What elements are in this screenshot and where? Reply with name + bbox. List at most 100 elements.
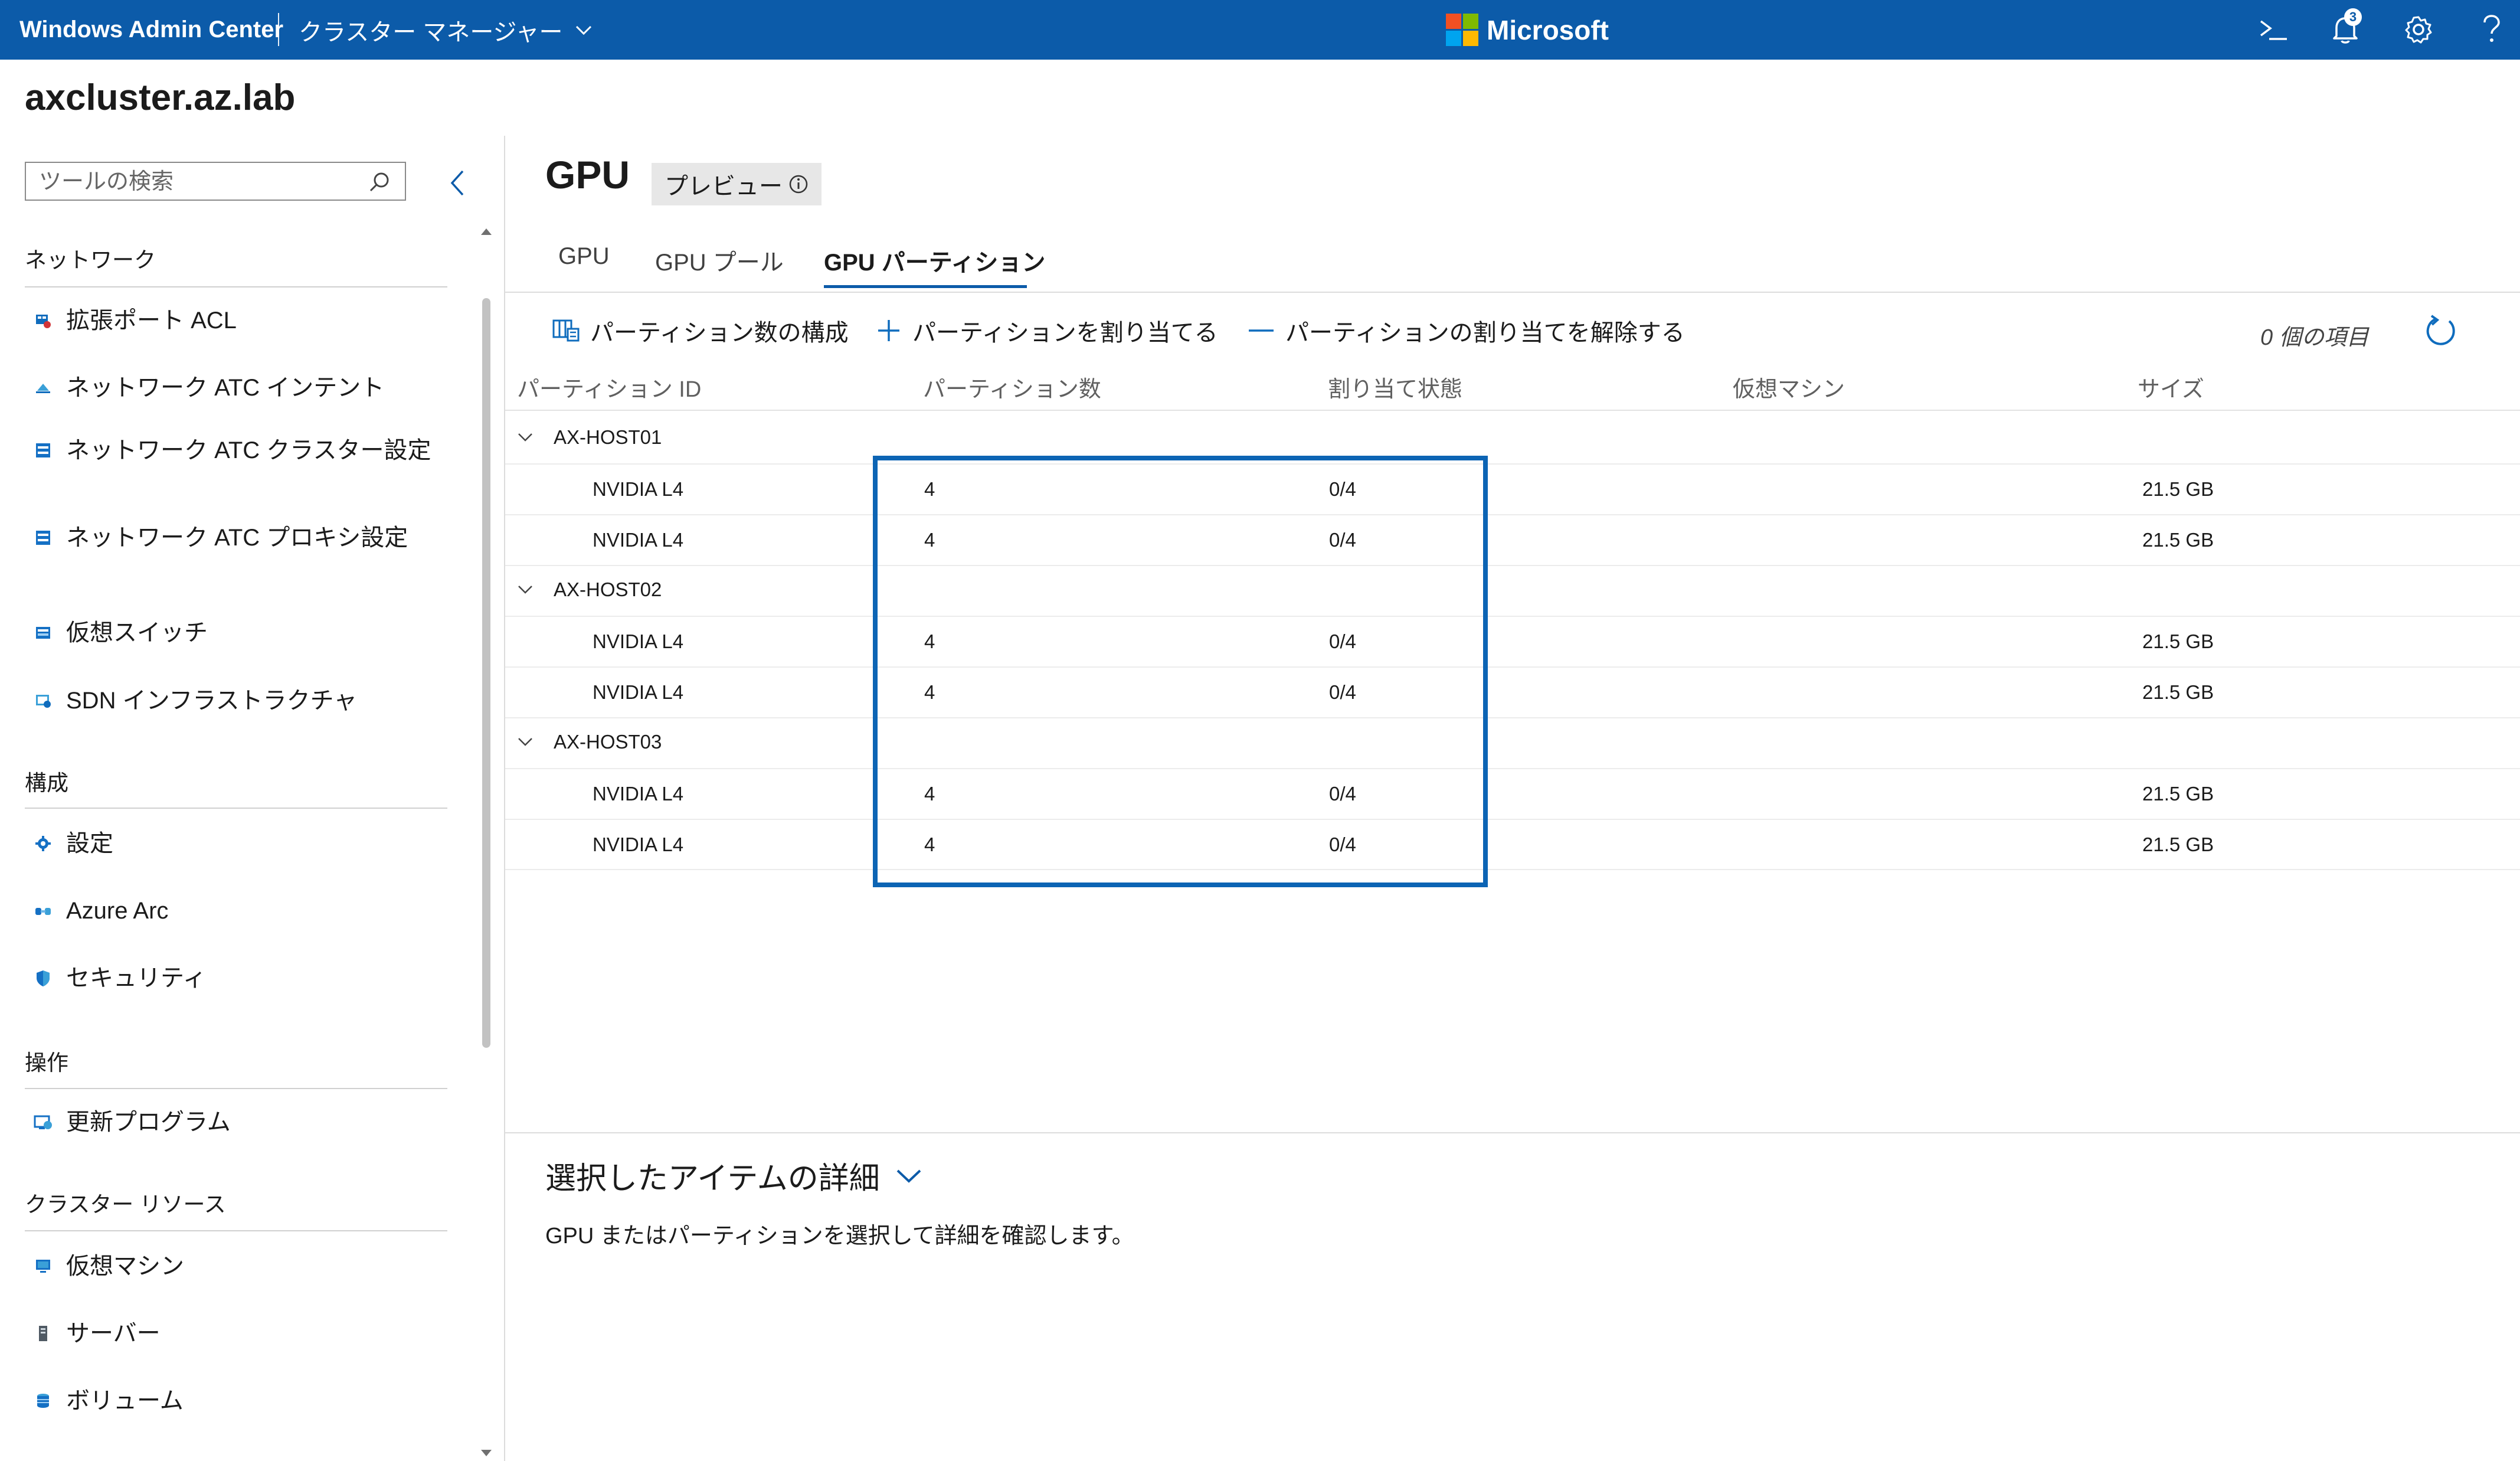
refresh-button[interactable]: [2423, 314, 2457, 351]
cell-size: 21.5 GB: [2142, 529, 2214, 551]
configure-partition-count-button[interactable]: パーティション数の構成: [552, 312, 849, 349]
assign-partition-button[interactable]: パーティションを割り当てる: [876, 312, 1218, 349]
tab-gpu[interactable]: GPU: [558, 243, 610, 270]
chevron-down-icon[interactable]: [517, 737, 534, 747]
sidebar-item-label: Azure Arc: [66, 898, 169, 924]
sidebar-item-label: ネットワーク ATC プロキシ設定: [66, 525, 408, 551]
port-acl-icon: [33, 310, 53, 331]
assign-partition-label: パーティションを割り当てる: [912, 320, 1218, 346]
sidebar-item-settings[interactable]: 設定: [25, 829, 432, 858]
nav-section-configuration: 構成: [25, 771, 68, 795]
app-brand[interactable]: Windows Admin Center: [19, 0, 283, 60]
item-count: 0 個の項目: [2260, 325, 2369, 350]
row-divider: [505, 768, 2520, 769]
row-divider: [505, 463, 2520, 465]
cell-size: 21.5 GB: [2142, 630, 2214, 652]
group-row-host03[interactable]: AX-HOST03: [517, 731, 662, 753]
group-host-name: AX-HOST03: [554, 731, 662, 753]
chevron-down-icon[interactable]: [517, 432, 534, 443]
azure-arc-icon: [33, 901, 53, 921]
sidebar-item-virtual-switch[interactable]: 仮想スイッチ: [25, 618, 432, 648]
virtual-switch-icon: [33, 623, 53, 643]
volume-icon: [33, 1391, 53, 1411]
table-header-divider: [505, 410, 2520, 411]
microsoft-logo: Microsoft: [1446, 0, 1609, 60]
cell-size: 21.5 GB: [2142, 834, 2214, 855]
tool-search-box[interactable]: [25, 162, 406, 201]
sidebar-item-security[interactable]: セキュリティ: [25, 963, 432, 993]
sidebar-item-label: ボリューム: [66, 1388, 184, 1414]
column-header-virtual-machine[interactable]: 仮想マシン: [1733, 371, 1845, 403]
notifications-button[interactable]: 3: [2326, 8, 2364, 48]
sidebar-item-azure-arc[interactable]: Azure Arc: [25, 896, 432, 926]
row-divider: [505, 666, 2520, 668]
row-divider: [505, 717, 2520, 718]
sidebar-item-virtual-machines[interactable]: 仮想マシン: [25, 1251, 432, 1281]
preview-badge[interactable]: プレビュー: [652, 163, 822, 205]
cell-partition-id: NVIDIA L4: [593, 783, 684, 805]
sdn-icon: [33, 691, 53, 711]
row-divider: [505, 565, 2520, 566]
sidebar-item-network-atc-cluster-settings[interactable]: ネットワーク ATC クラスター設定: [25, 436, 432, 465]
column-header-partition-id[interactable]: パーティション ID: [517, 371, 701, 403]
configure-partitions-icon: [552, 318, 580, 343]
cell-partition-id: NVIDIA L4: [593, 681, 684, 703]
nav-section-operations: 操作: [25, 1051, 68, 1075]
microsoft-logo-icon: [1446, 14, 1478, 46]
sidebar-item-volumes[interactable]: ボリューム: [25, 1386, 432, 1416]
tabs-divider: [505, 292, 2520, 293]
chevron-down-icon[interactable]: [517, 584, 534, 595]
sidebar-item-label: 仮想スイッチ: [66, 620, 208, 646]
collapse-sidebar-button[interactable]: [446, 165, 469, 201]
minus-icon: [1248, 318, 1275, 344]
cell-partition-id: NVIDIA L4: [593, 834, 684, 855]
row-divider: [505, 869, 2520, 870]
sidebar-item-label: 仮想マシン: [66, 1253, 184, 1279]
sidebar-scrollbar-thumb[interactable]: [482, 298, 490, 1048]
search-icon[interactable]: [368, 171, 391, 194]
group-row-host02[interactable]: AX-HOST02: [517, 578, 662, 601]
details-pane-header[interactable]: 選択したアイテムの詳細: [545, 1153, 922, 1198]
sidebar-item-label: SDN インフラストラクチャ: [66, 688, 358, 714]
context-switcher[interactable]: クラスター マネージャー: [299, 0, 593, 60]
powershell-icon[interactable]: [2254, 11, 2292, 48]
sidebar-item-label: ネットワーク ATC インテント: [66, 375, 385, 401]
scroll-down-arrow-icon[interactable]: [480, 1449, 493, 1457]
proxy-settings-icon: [33, 528, 53, 548]
nav-section-cluster-resources: クラスター リソース: [25, 1192, 226, 1217]
sidebar-item-label: 拡張ポート ACL: [66, 308, 237, 334]
help-icon[interactable]: [2473, 11, 2511, 48]
column-header-assignment-state[interactable]: 割り当て状態: [1328, 371, 1462, 403]
row-divider: [505, 819, 2520, 820]
info-icon: [789, 175, 808, 194]
column-header-size[interactable]: サイズ: [2138, 371, 2204, 403]
unassign-partition-button[interactable]: パーティションの割り当てを解除する: [1248, 312, 1685, 349]
row-divider: [505, 616, 2520, 617]
virtual-machine-icon: [33, 1256, 53, 1276]
sidebar-item-sdn-infrastructure[interactable]: SDN インフラストラクチャ: [25, 686, 432, 715]
sidebar-item-port-acl[interactable]: 拡張ポート ACL: [25, 306, 432, 335]
group-row-host01[interactable]: AX-HOST01: [517, 426, 662, 449]
settings-gear-icon[interactable]: [2400, 11, 2437, 48]
details-pane-title: 選択したアイテムの詳細: [545, 1162, 880, 1196]
gear-icon: [33, 834, 53, 854]
nav-section-divider: [25, 286, 447, 287]
sidebar-item-network-atc-proxy-settings[interactable]: ネットワーク ATC プロキシ設定: [25, 523, 432, 553]
tab-gpu-partitions[interactable]: GPU パーティション: [824, 243, 1045, 277]
chevron-down-icon[interactable]: [895, 1167, 922, 1185]
updates-icon: [33, 1112, 53, 1132]
tool-search-input[interactable]: [38, 168, 371, 196]
sidebar-item-servers[interactable]: サーバー: [25, 1319, 432, 1348]
nav-section-network: ネットワーク: [25, 248, 156, 272]
active-tab-indicator: [824, 285, 1027, 288]
cell-size: 21.5 GB: [2142, 783, 2214, 805]
nav-section-divider: [25, 1088, 447, 1089]
sidebar-item-network-atc-intent[interactable]: ネットワーク ATC インテント: [25, 373, 432, 403]
column-header-partition-count[interactable]: パーティション数: [923, 371, 1101, 403]
tab-gpu-pool[interactable]: GPU プール: [655, 243, 784, 277]
scroll-up-arrow-icon[interactable]: [480, 227, 493, 236]
sidebar-item-updates[interactable]: 更新プログラム: [25, 1107, 432, 1137]
details-pane-message: GPU またはパーティションを選択して詳細を確認します。: [545, 1224, 1134, 1248]
refresh-icon: [2426, 315, 2455, 345]
highlight-box: [873, 456, 1488, 887]
